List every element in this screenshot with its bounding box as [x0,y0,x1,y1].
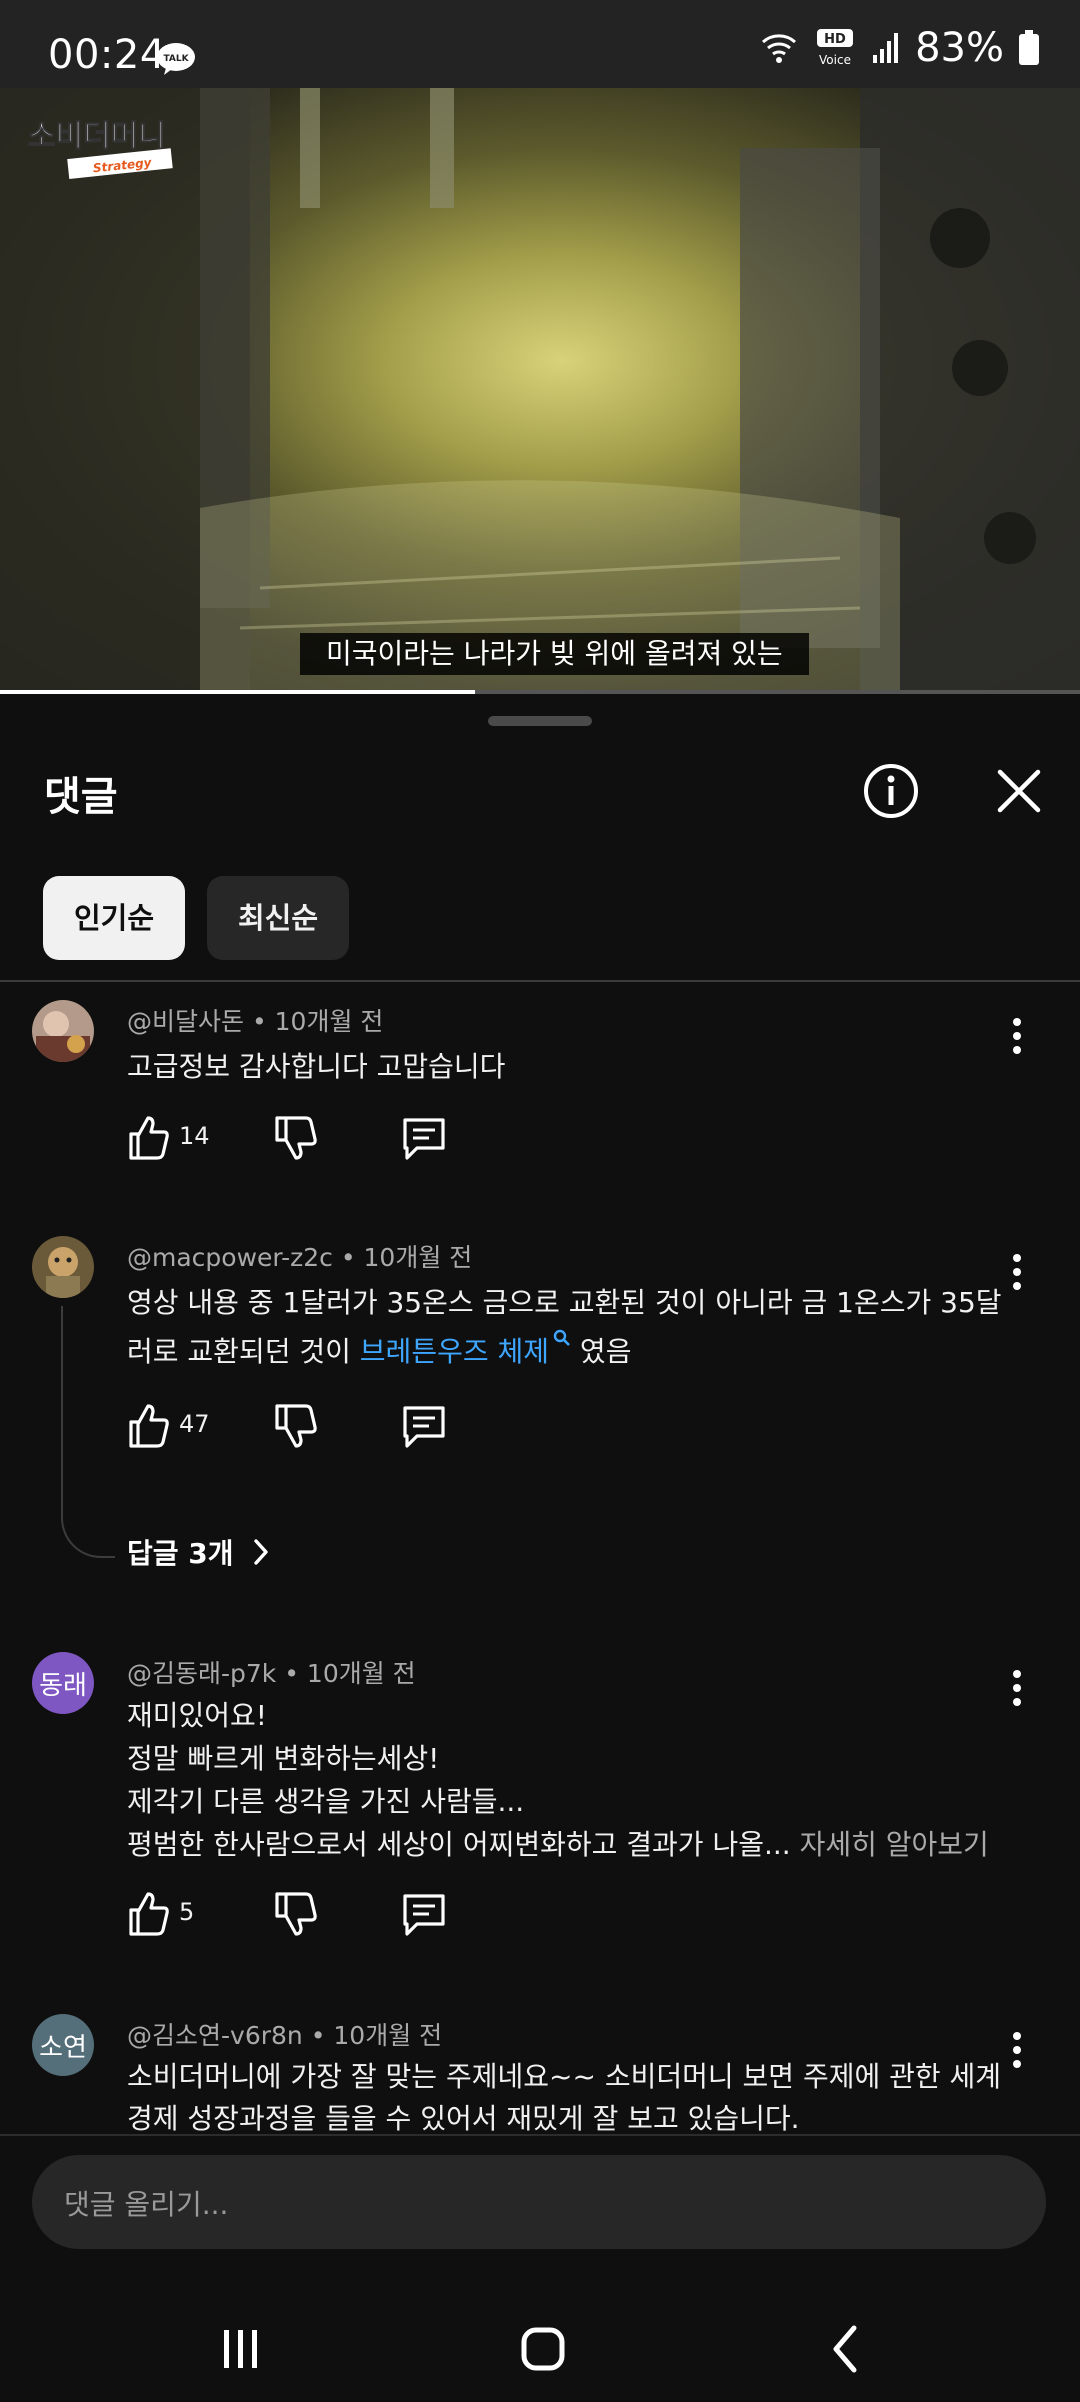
reply-thread-line [61,1306,115,1558]
reply-icon[interactable] [401,1112,447,1164]
chevron-right-icon [253,1539,268,1565]
dislike-icon[interactable] [273,1112,317,1164]
avatar[interactable] [32,1236,94,1298]
like-count: 5 [179,1898,195,1926]
video-subtitle: 미국이라는 나라가 빚 위에 올려져 있는 [300,633,809,675]
comment-author-meta: @김소연-v6r8n • 10개월 전 [127,2021,443,2050]
reply-icon[interactable] [401,1400,447,1452]
drag-handle[interactable] [488,716,592,726]
home-icon[interactable] [508,2314,578,2384]
svg-text:Voice: Voice [819,53,851,67]
comment-author-meta: @비달사돈 • 10개월 전 [127,1007,384,1036]
close-icon[interactable] [992,764,1046,818]
comment-text: 소비더머니에 가장 잘 맞는 주제네요~~ 소비더머니 보면 주제에 관한 세계… [127,2060,1002,2135]
comment-input-placeholder: 댓글 올리기... [64,2188,229,2221]
video-progress-fill [0,690,476,694]
video-progress-bar[interactable] [0,690,1080,694]
avatar[interactable]: 동래 [32,1652,94,1714]
comment-input[interactable]: 댓글 올리기... [32,2155,1046,2249]
status-time: 00:24 [48,32,166,78]
status-bar: 00:24 TALK HD Voice 83% [0,0,1080,88]
search-link[interactable]: 브레튼우즈 체제 [360,1329,571,1368]
more-vert-icon[interactable] [1000,2030,1034,2070]
comment-text: 재미있어요! 정말 빠르게 변화하는세상! 제각기 다른 생각을 가진 사람들.… [127,1699,989,1861]
channel-logo: 소비더머니 Strategy [28,119,173,179]
wifi-icon [762,34,797,63]
avatar[interactable]: 소연 [32,2014,94,2076]
comment-author-meta: @macpower-z2c • 10개월 전 [127,1243,473,1272]
search-icon [553,1329,570,1346]
more-vert-icon[interactable] [1000,1668,1034,1708]
replies-count: 답글 3개 [127,1537,234,1570]
video-player[interactable]: 소비더머니 Strategy 미국이라는 나라가 빚 위에 올려져 있는 [0,88,1080,694]
avatar[interactable] [32,1000,94,1062]
comment-text: 고급정보 감사합니다 고맙습니다 [127,1050,506,1083]
like-count: 14 [179,1122,210,1150]
svg-text:TALK: TALK [163,54,189,64]
dislike-icon[interactable] [273,1400,317,1452]
back-icon[interactable] [812,2314,882,2384]
like-icon[interactable] [127,1112,171,1164]
svg-text:소비더머니: 소비더머니 [28,119,166,154]
comment-author-meta: @김동래-p7k • 10개월 전 [127,1659,416,1688]
more-vert-icon[interactable] [1000,1252,1034,1292]
comments-sheet: 댓글 인기순 최신순 @비달사돈 • 10개월 전 고급정보 감사합니다 고맙습… [0,694,1080,2402]
info-icon[interactable] [862,762,920,820]
comment-text: 영상 내용 중 1달러가 35온스 금으로 교환된 것이 아니라 금 1온스가 … [127,1286,1002,1368]
sort-chip-popular[interactable]: 인기순 [43,876,185,960]
kakaotalk-notification-icon: TALK [157,43,195,75]
recent-apps-icon[interactable] [206,2314,276,2384]
svg-text:HD: HD [824,32,846,47]
dislike-icon[interactable] [273,1888,317,1940]
like-icon[interactable] [127,1400,171,1452]
read-more-link[interactable]: 자세히 알아보기 [800,1828,989,1861]
hd-voice-icon: HD Voice [817,29,854,67]
divider [0,980,1080,982]
more-vert-icon[interactable] [1000,1016,1034,1056]
like-count: 47 [179,1410,210,1438]
system-nav-bar [0,2300,1080,2400]
signal-icon [873,33,899,63]
battery-icon [1019,30,1039,65]
view-replies-button[interactable]: 답글 3개 [127,1532,270,1572]
reply-icon[interactable] [401,1888,447,1940]
sheet-title: 댓글 [44,774,118,820]
like-icon[interactable] [127,1888,171,1940]
battery-percent: 83% [915,25,1004,71]
sort-chip-newest[interactable]: 최신순 [207,876,349,960]
